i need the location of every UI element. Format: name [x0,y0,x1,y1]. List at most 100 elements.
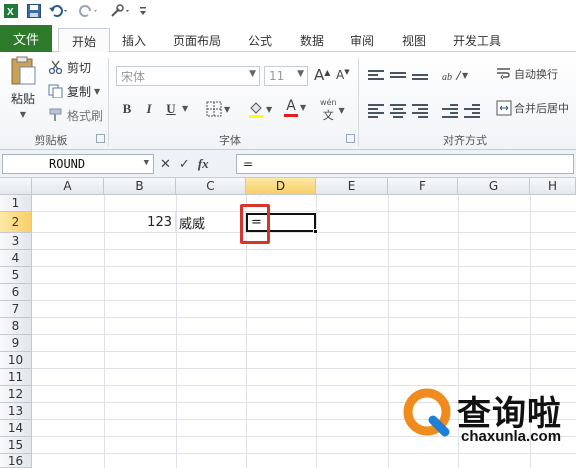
highlight-box [240,204,270,244]
shrink-font-label: A [336,68,345,82]
font-color-button[interactable]: A ▼ [284,98,306,117]
ribbon-home: 粘贴 ▼ 剪切 复制 ▼ 格式刷 剪贴板 宋体 ▼ 11 ▼ A ▲ A ▼ B I… [0,52,576,150]
name-box[interactable]: ROUND ▼ [2,154,154,174]
triangle-down-icon: ▼ [344,68,350,76]
row-header-14[interactable]: 14 [0,420,32,437]
select-all-corner[interactable] [0,178,32,195]
row-header-16[interactable]: 16 [0,454,32,468]
col-header-h[interactable]: H [530,178,576,195]
watermark-url: chaxunla.com [461,428,562,445]
font-color-swatch [284,114,298,117]
font-launcher-icon[interactable] [346,134,355,143]
cut-button[interactable]: 剪切 [48,58,91,76]
tab-data[interactable]: 数据 [292,28,332,52]
fill-color-button[interactable]: ▼ [248,100,272,118]
merge-icon [496,100,512,116]
undo-icon[interactable] [48,3,70,19]
tab-view[interactable]: 视图 [394,28,434,52]
name-box-value: ROUND [49,157,86,171]
bold-button[interactable]: B [118,100,136,118]
row-header-7[interactable]: 7 [0,301,32,318]
row-header-13[interactable]: 13 [0,403,32,420]
row-header-2[interactable]: 2 [0,212,32,233]
row-header-4[interactable]: 4 [0,250,32,267]
fill-handle[interactable] [313,229,318,234]
underline-button[interactable]: U [162,100,180,118]
increase-indent-icon[interactable] [464,104,480,118]
col-header-e[interactable]: E [316,178,388,195]
paste-button[interactable]: 粘贴 ▼ [6,56,40,122]
redo-icon[interactable] [78,3,100,19]
svg-text:ab: ab [442,72,452,82]
row-header-8[interactable]: 8 [0,318,32,335]
grow-font-button[interactable]: A ▲ [314,66,330,84]
tab-review[interactable]: 审阅 [342,28,382,52]
col-header-f[interactable]: F [388,178,458,195]
row-header-5[interactable]: 5 [0,267,32,284]
row-header-3[interactable]: 3 [0,233,32,250]
align-top-icon[interactable] [368,70,384,82]
paste-label: 粘贴 [10,92,35,106]
tab-insert[interactable]: 插入 [114,28,154,52]
alignment-group-label: 对齐方式 [443,134,487,147]
border-icon [206,101,222,117]
format-painter-button[interactable]: 格式刷 [48,106,103,124]
orientation-button[interactable]: ab ▼ [442,68,468,83]
tab-file[interactable]: 文件 [0,25,52,52]
chevron-down-icon: ▼ [224,104,231,114]
chevron-down-icon: ▼ [94,86,101,96]
copy-button[interactable]: 复制 ▼ [48,82,100,100]
decrease-indent-icon[interactable] [442,104,458,118]
merge-center-button[interactable]: 合并后居中 [496,100,569,116]
col-header-a[interactable]: A [32,178,104,195]
cell-c2[interactable]: 威威 [176,212,246,233]
row-header-9[interactable]: 9 [0,335,32,352]
row-header-12[interactable]: 12 [0,386,32,403]
tab-formulas[interactable]: 公式 [240,28,280,52]
tab-page-layout[interactable]: 页面布局 [166,28,228,52]
wrap-text-icon [497,68,510,80]
row-header-11[interactable]: 11 [0,369,32,386]
phonetic-button[interactable]: wén 文 ▼ [320,98,345,123]
scissors-icon [48,60,63,74]
row-header-6[interactable]: 6 [0,284,32,301]
enter-icon[interactable]: ✓ [179,157,190,172]
row-header-10[interactable]: 10 [0,352,32,369]
tools-icon[interactable] [110,3,132,19]
underline-dropdown-icon[interactable]: ▼ [182,104,188,113]
align-middle-icon[interactable] [390,72,406,84]
row-header-15[interactable]: 15 [0,437,32,454]
shrink-font-button[interactable]: A ▼ [336,68,350,82]
clipboard-launcher-icon[interactable] [96,134,105,143]
chevron-down-icon: ▼ [297,69,304,79]
tab-home[interactable]: 开始 [58,28,110,53]
insert-function-button[interactable]: fx [198,156,209,172]
wrap-text-button[interactable]: 自动换行 [496,66,558,82]
font-size-select[interactable]: 11 ▼ [264,66,308,86]
tab-developer[interactable]: 开发工具 [446,28,508,52]
cell-b2[interactable]: 123 [104,212,176,233]
col-header-g[interactable]: G [458,178,530,195]
excel-logo-icon: X [4,3,18,19]
paint-bucket-icon [249,102,263,118]
cancel-icon[interactable]: ✕ [160,157,171,172]
phonetic-icon: 文 [322,109,334,122]
row-header-1[interactable]: 1 [0,195,32,212]
col-header-b[interactable]: B [104,178,176,195]
watermark-logo-icon [403,388,451,437]
border-button[interactable]: ▼ [206,101,230,117]
col-header-c[interactable]: C [176,178,246,195]
formula-input[interactable]: = [236,154,574,174]
align-center-icon[interactable] [390,104,406,118]
col-header-d[interactable]: D [246,178,316,195]
chevron-down-icon: ▼ [266,104,273,114]
triangle-up-icon: ▲ [324,67,331,77]
font-family-select[interactable]: 宋体 ▼ [116,66,260,86]
align-right-icon[interactable] [412,104,428,118]
format-painter-label: 格式刷 [67,108,104,123]
align-bottom-icon[interactable] [412,74,428,86]
customize-toolbar-icon[interactable] [138,3,148,19]
italic-button[interactable]: I [140,100,158,118]
save-icon[interactable] [26,3,42,19]
align-left-icon[interactable] [368,104,384,118]
